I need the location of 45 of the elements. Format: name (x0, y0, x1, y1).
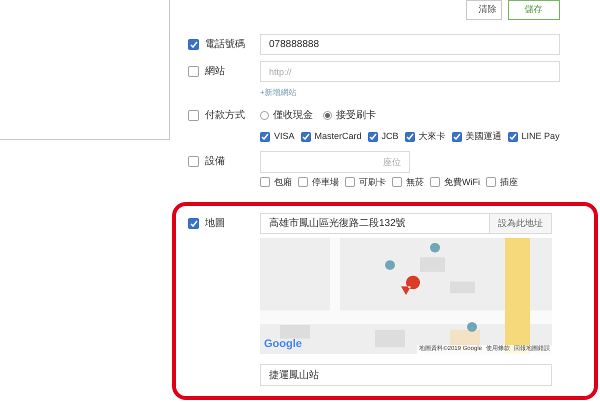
checkbox[interactable] (345, 177, 355, 188)
facility-label: 插座 (500, 176, 518, 188)
card-label: JCB (382, 130, 399, 143)
clear-button[interactable]: 清除 (466, 0, 502, 20)
save-button[interactable]: 儲存 (508, 0, 560, 20)
card-label: LINE Pay (522, 130, 560, 143)
checkbox[interactable] (260, 177, 270, 188)
checkbox[interactable] (188, 156, 199, 167)
facility-label: 可刷卡 (359, 176, 386, 188)
field-label: 網站 (205, 64, 225, 79)
field-label: 付款方式 (205, 108, 245, 123)
checkbox[interactable] (188, 218, 199, 229)
checkbox[interactable] (508, 132, 518, 142)
checkbox[interactable] (404, 132, 415, 142)
card-label: VISA (274, 130, 295, 143)
checkbox[interactable] (452, 132, 462, 142)
facility-label: 停車場 (312, 176, 339, 188)
checkbox[interactable] (188, 66, 199, 77)
checkbox[interactable] (298, 177, 308, 188)
checkbox[interactable] (368, 132, 378, 142)
checkbox[interactable] (392, 177, 402, 188)
card-label: 美國運通 (466, 130, 502, 143)
phone-field[interactable]: 078888888 (260, 34, 560, 55)
checkbox[interactable] (260, 132, 270, 142)
radio-button[interactable] (323, 111, 332, 120)
field-label: 地圖 (205, 216, 225, 231)
facility-label: 免費WiFi (444, 176, 480, 188)
radio-label: 接受刷卡 (336, 108, 376, 123)
checkbox[interactable] (300, 132, 311, 142)
checkbox[interactable] (188, 110, 199, 121)
checkbox[interactable] (188, 39, 199, 50)
checkbox[interactable] (430, 177, 440, 188)
card-label: MasterCard (314, 130, 362, 143)
facility-label: 無菸 (406, 176, 424, 188)
card-label: 大來卡 (418, 130, 446, 143)
landmark-field[interactable]: 捷運鳳山站 (260, 364, 552, 386)
radio-label: 僅收現金 (273, 109, 313, 123)
map-logo: Google (264, 336, 302, 352)
radio-button[interactable] (260, 111, 269, 120)
checkbox[interactable] (486, 177, 496, 188)
field-label: 設備 (205, 154, 225, 169)
facility-field[interactable]: 座位 (260, 150, 410, 172)
field-label: 電話號碼 (205, 38, 245, 52)
website-field[interactable]: http:// (260, 61, 560, 82)
facility-label: 包廂 (274, 176, 292, 188)
